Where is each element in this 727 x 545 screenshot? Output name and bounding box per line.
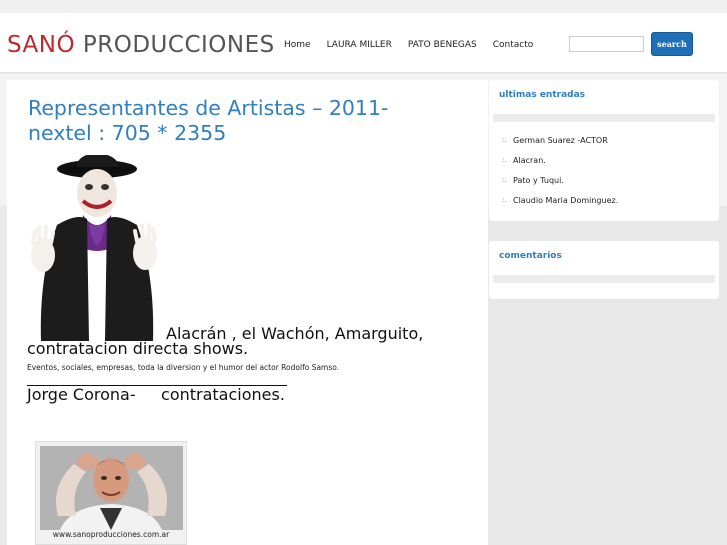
- mime-performer-image: [31, 155, 157, 341]
- search-input[interactable]: [569, 36, 644, 52]
- actor-photo-frame[interactable]: www.sanoproducciones.com.ar: [35, 441, 187, 545]
- comments-title: comentarios: [499, 251, 562, 261]
- recent-posts-list: German Suarez -ACTOR Alacran. Pato y Tuq…: [502, 136, 618, 216]
- nav-home[interactable]: Home: [284, 40, 311, 50]
- comments-widget: comentarios: [489, 241, 719, 299]
- post-title[interactable]: Representantes de Artistas – 2011- nexte…: [28, 96, 448, 146]
- widget-separator: [493, 275, 715, 283]
- logo-producciones: PRODUCCIONES: [82, 32, 275, 58]
- search-button[interactable]: search: [651, 32, 693, 56]
- recent-post-item[interactable]: Claudio Maria Dominguez.: [502, 196, 618, 216]
- site-logo[interactable]: SANÓ PRODUCCIONES: [7, 32, 275, 58]
- nav-contacto[interactable]: Contacto: [493, 40, 534, 50]
- recent-posts-widget: ultimas entradas German Suarez -ACTOR Al…: [489, 80, 719, 221]
- widget-separator: [493, 114, 715, 122]
- recent-post-item[interactable]: Alacran.: [502, 156, 618, 176]
- nav-pato-benegas[interactable]: PATO BENEGAS: [408, 40, 477, 50]
- nav-laura-miller[interactable]: LAURA MILLER: [327, 40, 392, 50]
- main-content: Representantes de Artistas – 2011- nexte…: [7, 80, 488, 545]
- site-header: SANÓ PRODUCCIONES Home LAURA MILLER PATO…: [0, 13, 727, 73]
- top-strip: [0, 0, 727, 13]
- logo-sano: SANÓ: [7, 32, 76, 58]
- actor-photo: [40, 446, 183, 530]
- shows-line: contratacion directa shows.: [27, 339, 249, 358]
- recent-post-item[interactable]: Pato y Tuqui.: [502, 176, 618, 196]
- recent-posts-title: ultimas entradas: [499, 90, 586, 100]
- events-description: Eventos, sociales, empresas, toda la div…: [27, 363, 340, 372]
- photo-caption[interactable]: www.sanoproducciones.com.ar: [36, 530, 186, 539]
- recent-post-item[interactable]: German Suarez -ACTOR: [502, 136, 618, 156]
- main-nav: Home LAURA MILLER PATO BENEGAS Contacto: [284, 40, 549, 50]
- jorge-corona-line: Jorge Corona- contrataciones.: [27, 385, 285, 404]
